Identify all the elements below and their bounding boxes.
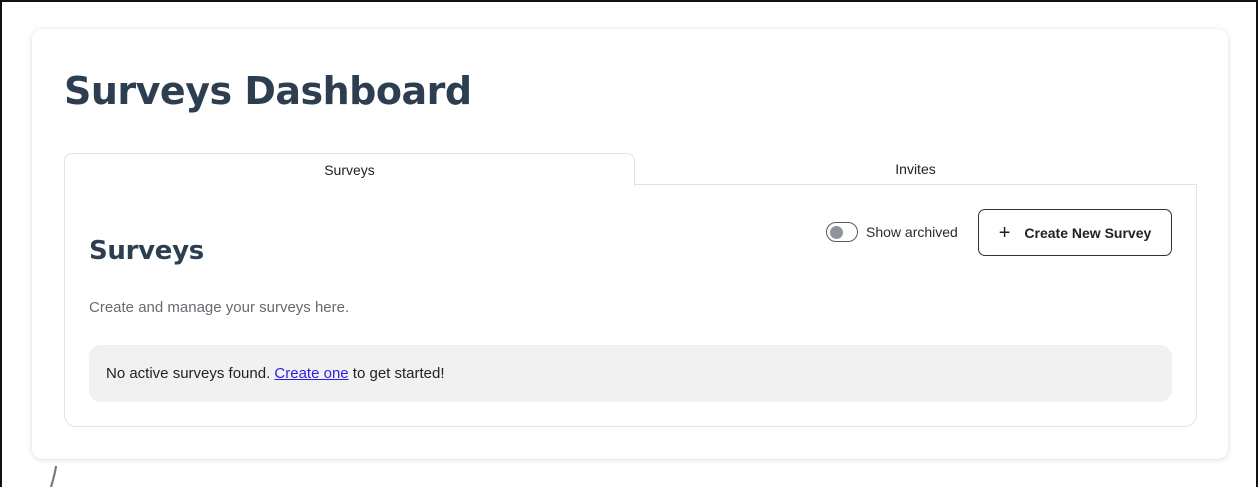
toggle-switch[interactable] (826, 222, 858, 242)
decorative-stroke (50, 466, 58, 487)
page-title: Surveys Dashboard (64, 69, 472, 113)
show-archived-label: Show archived (866, 224, 958, 240)
empty-state-suffix: to get started! (348, 365, 445, 382)
create-new-survey-button[interactable]: + Create New Survey (978, 209, 1172, 256)
section-description: Create and manage your surveys here. (89, 299, 350, 316)
empty-state-message: No active surveys found. Create one to g… (89, 345, 1172, 402)
create-one-link[interactable]: Create one (274, 365, 348, 382)
toggle-knob (830, 225, 843, 239)
empty-state-prefix: No active surveys found. (106, 365, 275, 382)
tab-surveys[interactable]: Surveys (64, 153, 635, 186)
create-button-label: Create New Survey (1024, 224, 1152, 241)
tab-invites[interactable]: Invites (635, 153, 1196, 185)
plus-icon: + (998, 221, 1011, 244)
section-title: Surveys (89, 236, 204, 266)
show-archived-toggle[interactable]: Show archived (826, 221, 958, 243)
